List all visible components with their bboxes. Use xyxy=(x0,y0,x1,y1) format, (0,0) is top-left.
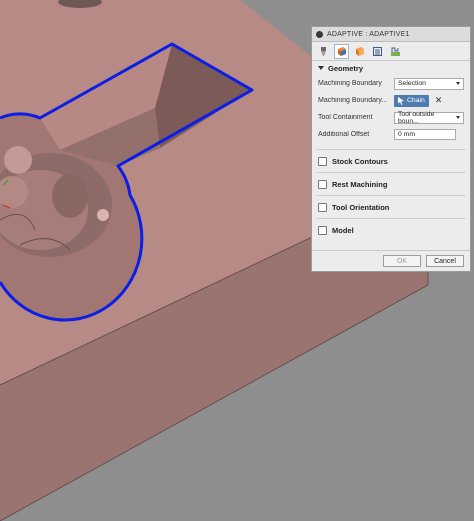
adaptive-operation-panel: ADAPTIVE : ADAPTIVE1 Geometry Machining … xyxy=(311,26,471,272)
geometry-section-header[interactable]: Geometry xyxy=(312,61,470,75)
chain-label: Chain xyxy=(407,97,425,104)
tool-containment-select[interactable]: Tool outside boun... xyxy=(394,110,464,125)
cancel-button[interactable]: Cancel xyxy=(426,255,464,267)
chevron-down-icon xyxy=(456,82,460,85)
heights-icon xyxy=(356,46,364,56)
model-label: Model xyxy=(332,225,354,235)
machining-boundary-label: Machining Boundary xyxy=(318,80,382,87)
tool-containment-row: Tool Containment Tool outside boun... xyxy=(312,109,470,126)
cursor-arrow-icon xyxy=(398,96,404,105)
geometry-icon xyxy=(338,46,346,56)
additional-offset-value: 0 mm xyxy=(398,131,415,138)
tool-containment-value: Tool outside boun... xyxy=(398,110,435,125)
panel-footer: OK Cancel xyxy=(312,250,470,271)
group-model[interactable]: Model xyxy=(312,219,470,241)
model-checkbox[interactable] xyxy=(318,225,327,235)
panel-titlebar[interactable]: ADAPTIVE : ADAPTIVE1 xyxy=(312,27,470,42)
panel-tabs xyxy=(312,42,470,61)
chevron-down-icon xyxy=(456,116,460,119)
geometry-heading: Geometry xyxy=(328,63,364,73)
tool-orientation-checkbox[interactable] xyxy=(318,202,327,212)
rest-machining-label: Rest Machining xyxy=(332,179,388,189)
tab-heights[interactable] xyxy=(352,44,367,59)
passes-icon xyxy=(373,46,382,56)
ok-button[interactable]: OK xyxy=(383,255,421,267)
group-rest-machining[interactable]: Rest Machining xyxy=(312,173,470,195)
operation-icon xyxy=(316,30,323,38)
machining-boundary-value: Selection xyxy=(398,80,426,87)
boundary-selection-row: Machining Boundary... Chain ✕ xyxy=(312,92,470,109)
clear-selection-icon[interactable]: ✕ xyxy=(435,95,443,106)
tool-orientation-label: Tool Orientation xyxy=(332,202,390,212)
stock-contours-label: Stock Contours xyxy=(332,156,388,166)
rest-machining-checkbox[interactable] xyxy=(318,179,327,189)
machining-boundary-select[interactable]: Selection xyxy=(394,77,464,90)
panel-title: ADAPTIVE : ADAPTIVE1 xyxy=(327,30,410,38)
linking-icon xyxy=(391,47,400,56)
group-stock-contours[interactable]: Stock Contours xyxy=(312,150,470,172)
additional-offset-row: Additional Offset 0 mm xyxy=(312,126,470,143)
tab-linking[interactable] xyxy=(388,44,403,59)
group-tool-orientation[interactable]: Tool Orientation xyxy=(312,196,470,218)
tab-geometry[interactable] xyxy=(334,43,349,59)
machining-boundary-row: Machining Boundary Selection xyxy=(312,75,470,92)
tool-icon xyxy=(321,46,326,56)
additional-offset-label: Additional Offset xyxy=(318,131,370,138)
additional-offset-input[interactable]: 0 mm xyxy=(394,129,456,140)
collapse-caret-icon xyxy=(318,66,324,70)
chain-selection-button[interactable]: Chain xyxy=(394,94,429,107)
stock-contours-checkbox[interactable] xyxy=(318,156,327,166)
tab-passes[interactable] xyxy=(370,44,385,59)
boundary-selection-label: Machining Boundary... xyxy=(318,97,388,104)
tool-containment-label: Tool Containment xyxy=(318,114,373,121)
tab-tool[interactable] xyxy=(316,44,331,59)
